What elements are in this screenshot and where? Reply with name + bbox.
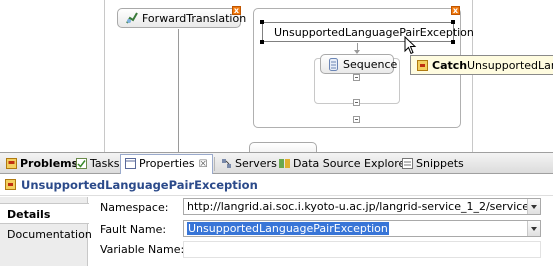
catch-icon: [417, 60, 428, 71]
tab-tasks[interactable]: Tasks: [72, 155, 123, 173]
tab-problems[interactable]: Problems: [2, 155, 82, 173]
properties-title: UnsupportedLanguagePairException: [21, 178, 258, 192]
database-icon: [279, 158, 290, 169]
side-tab-documentation-label: Documentation: [7, 228, 92, 241]
selection-handle-bl[interactable]: [260, 40, 264, 44]
properties-title-bar: UnsupportedLanguagePairException: [0, 174, 553, 196]
variable-name-label: Variable Name:: [100, 243, 185, 256]
selection-handle-tl[interactable]: [260, 20, 264, 24]
selection-handle-tr[interactable]: [451, 20, 455, 24]
catch-activity[interactable]: UnsupportedLanguagePairException: [262, 22, 474, 42]
fault-name-combo[interactable]: UnsupportedLanguagePairException: [183, 220, 541, 237]
side-tab-details[interactable]: Details: [0, 203, 89, 224]
invoke-icon: [126, 12, 138, 24]
forward-translation-label: ForwardTranslation: [142, 12, 247, 25]
properties-side-tabs: Details Documentation: [0, 197, 92, 266]
tab-data-source-explorer-label: Data Source Explorer: [293, 157, 410, 170]
sequence-icon: [329, 58, 338, 71]
sequence-collapse-icon[interactable]: [353, 74, 360, 81]
chevron-down-icon[interactable]: [527, 199, 540, 214]
fault-name-label: Fault Name:: [100, 223, 167, 236]
tab-properties-label: Properties: [139, 157, 195, 170]
fault-name-value: UnsupportedLanguagePairException: [187, 222, 389, 235]
side-tab-documentation[interactable]: Documentation: [0, 224, 92, 245]
selection-handle-br[interactable]: [451, 40, 455, 44]
fault-handler-collapse-icon[interactable]: [353, 116, 360, 123]
next-activity-partial[interactable]: [249, 142, 317, 152]
tooltip-name: UnsupportedLanguagePairException: [467, 59, 553, 72]
tab-properties[interactable]: Properties ☒: [120, 154, 213, 174]
tab-tasks-label: Tasks: [90, 157, 120, 170]
properties-icon: [125, 158, 136, 169]
catch-activity-label: UnsupportedLanguagePairException: [274, 26, 474, 39]
tab-servers-label: Servers: [235, 157, 277, 170]
tab-problems-label: Problems: [20, 157, 79, 170]
view-tab-bar: Problems Tasks Properties ☒ Servers Data …: [0, 152, 553, 174]
sequence-label: Sequence: [343, 58, 398, 71]
sequence-activity[interactable]: Sequence: [320, 54, 398, 74]
fault-handler-close-icon[interactable]: x: [451, 6, 460, 15]
tab-separator: [214, 157, 215, 171]
scope-frame-left: [104, 0, 105, 152]
scope-frame-right: [472, 0, 473, 152]
mouse-pointer-icon: [404, 36, 417, 55]
bpel-design-canvas[interactable]: ForwardTranslation x x UnsupportedLangua…: [0, 0, 553, 152]
tasks-icon: [76, 158, 87, 169]
tooltip-keyword: Catch: [432, 59, 468, 72]
side-tab-details-label: Details: [7, 208, 51, 221]
sequence-collapse-bottom-icon[interactable]: [353, 99, 360, 106]
namespace-combo[interactable]: http://langrid.ai.soc.i.kyoto-u.ac.jp/la…: [183, 198, 541, 215]
forward-translation-activity[interactable]: ForwardTranslation: [117, 8, 246, 28]
tab-snippets[interactable]: Snippets: [398, 155, 468, 173]
catch-icon: [5, 179, 16, 190]
problems-icon: [6, 158, 17, 169]
close-icon[interactable]: ☒: [199, 159, 208, 170]
fault-handler-marker-icon[interactable]: x: [232, 6, 241, 15]
variable-name-field[interactable]: [183, 241, 541, 258]
tab-servers[interactable]: Servers: [217, 155, 281, 173]
servers-icon: [221, 158, 232, 169]
fault-name-value-wrap: UnsupportedLanguagePairException: [187, 222, 389, 235]
chevron-down-icon[interactable]: [527, 221, 540, 236]
namespace-label: Namespace:: [100, 201, 169, 214]
snippets-icon: [402, 158, 413, 169]
namespace-value: http://langrid.ai.soc.i.kyoto-u.ac.jp/la…: [187, 200, 541, 213]
tab-snippets-label: Snippets: [416, 157, 464, 170]
catch-tooltip: Catch UnsupportedLanguagePairException: [410, 55, 553, 75]
connector-line: [178, 29, 179, 152]
tab-data-source-explorer[interactable]: Data Source Explorer: [275, 155, 414, 173]
